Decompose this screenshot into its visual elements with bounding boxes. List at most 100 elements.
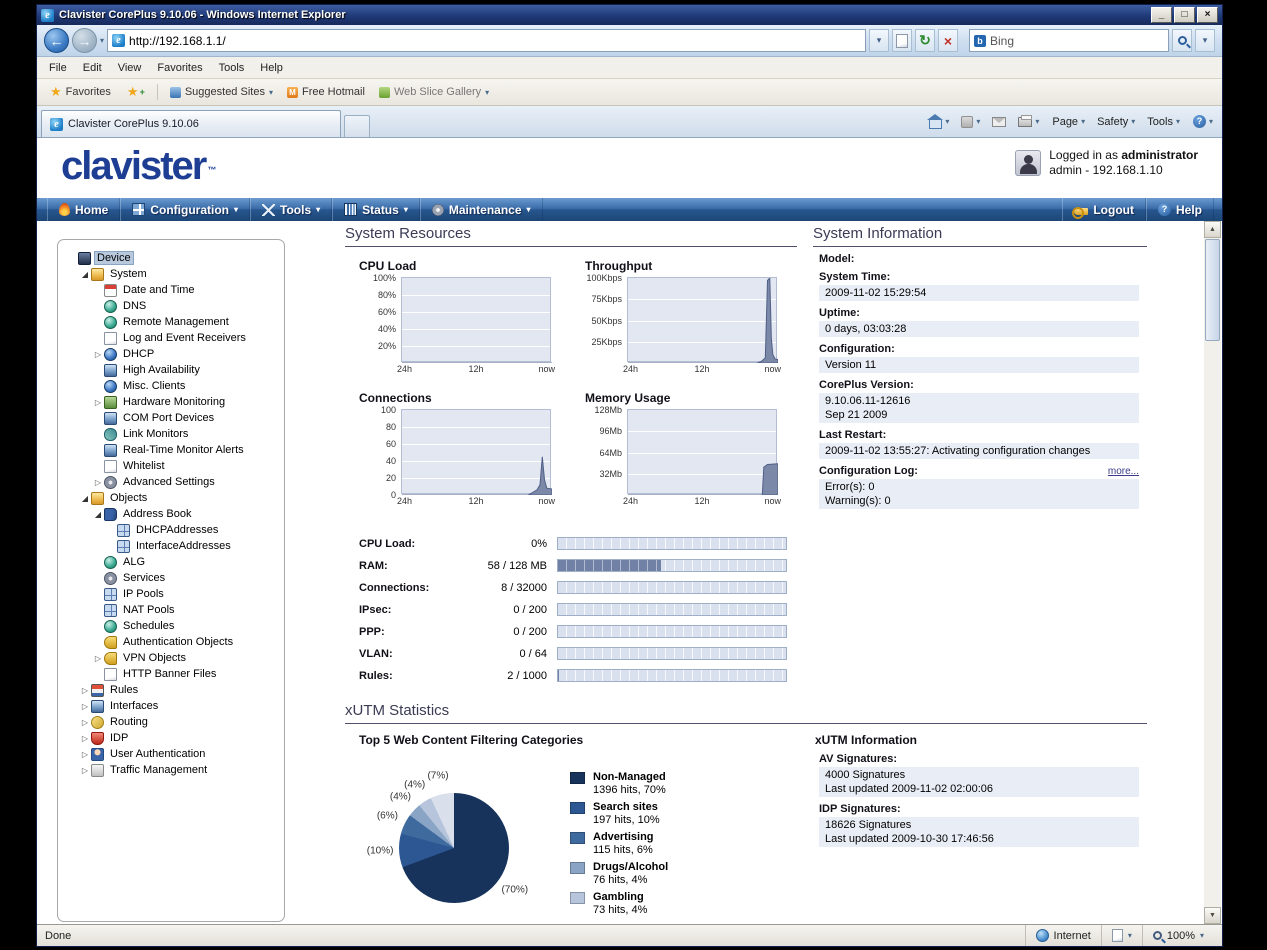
read-mail-button[interactable] [987,110,1011,134]
tree-item-idp[interactable]: ▷ IDP [62,730,280,746]
expand-arrow-icon[interactable]: ▷ [92,654,104,663]
expand-arrow-icon[interactable]: ▷ [79,702,91,711]
history-dropdown-icon[interactable]: ▾ [100,36,104,45]
zoom-control[interactable]: 100% ▾ [1141,925,1214,946]
expand-arrow-icon[interactable]: ▷ [92,350,104,359]
expand-arrow-icon[interactable]: ▷ [79,734,91,743]
favorites-bar-item-web-slice-gallery[interactable]: Web Slice Gallery ▾ [372,83,496,101]
back-button[interactable]: ← [44,28,69,53]
tree-item-user-authentication[interactable]: ▷ User Authentication [62,746,280,762]
tree-item-ip-pools[interactable]: IP Pools [62,586,280,602]
page-scrollbar[interactable]: ▲ ▼ [1204,221,1221,924]
nav-status[interactable]: Status ▾ [332,198,420,221]
tree-item-routing[interactable]: ▷ Routing [62,714,280,730]
tree-item-dhcpaddresses[interactable]: DHCPAddresses [62,522,280,538]
collapse-arrow-icon[interactable]: ◢ [79,494,91,503]
command-tools-button[interactable]: Tools ▾ [1141,110,1186,134]
search-box[interactable]: b [969,29,1169,52]
minimize-button[interactable]: _ [1151,7,1172,23]
tree-item-device[interactable]: Device [62,250,280,266]
close-button[interactable]: × [1197,7,1218,23]
command-page-button[interactable]: Page ▾ [1046,110,1091,134]
tree-item-dhcp[interactable]: ▷ DHCP [62,346,280,362]
tree-item-misc-clients[interactable]: Misc. Clients [62,378,280,394]
feeds-button[interactable]: ▾ [956,110,985,134]
search-dropdown-button[interactable]: ▾ [1195,29,1215,52]
expand-arrow-icon[interactable]: ▷ [79,718,91,727]
tree-item-whitelist[interactable]: Whitelist [62,458,280,474]
menu-item-view[interactable]: View [110,59,150,77]
home-button[interactable]: ▾ [924,110,954,134]
help-icon [1157,203,1171,216]
nav-logout[interactable]: Logout [1062,198,1146,221]
tree-item-dns[interactable]: DNS [62,298,280,314]
nav-maintenance[interactable]: Maintenance ▾ [419,198,543,221]
tree-item-objects[interactable]: ◢ Objects [62,490,280,506]
tree-item-advanced-settings[interactable]: ▷ Advanced Settings [62,474,280,490]
address-input[interactable] [129,33,861,48]
tree-item-hardware-monitoring[interactable]: ▷ Hardware Monitoring [62,394,280,410]
menu-item-help[interactable]: Help [252,59,291,77]
menu-item-tools[interactable]: Tools [211,59,253,77]
menu-item-edit[interactable]: Edit [75,59,110,77]
scroll-down-button[interactable]: ▼ [1204,907,1221,924]
more-link[interactable]: more... [1108,466,1139,477]
tree-item-interfaces[interactable]: ▷ Interfaces [62,698,280,714]
command-safety-button[interactable]: Safety ▾ [1091,110,1141,134]
print-button[interactable]: ▾ [1013,110,1044,134]
tree-item-rules[interactable]: ▷ Rules [62,682,280,698]
expand-arrow-icon[interactable]: ▷ [79,686,91,695]
globe-icon [1035,929,1049,942]
tree-item-vpn-objects[interactable]: ▷ VPN Objects [62,650,280,666]
scroll-up-button[interactable]: ▲ [1204,221,1221,238]
menu-item-file[interactable]: File [41,59,75,77]
refresh-button[interactable]: ↻ [915,29,935,52]
stop-button[interactable]: × [938,29,958,52]
tree-item-interfaceaddresses[interactable]: InterfaceAddresses [62,538,280,554]
scrollbar-thumb[interactable] [1205,239,1220,341]
tree-item-nat-pools[interactable]: NAT Pools [62,602,280,618]
help-button[interactable]: ? ▾ [1188,110,1218,134]
tree-item-schedules[interactable]: Schedules [62,618,280,634]
page-mode-indicator[interactable]: ▾ [1100,925,1142,946]
maximize-button[interactable]: □ [1174,7,1195,23]
collapse-arrow-icon[interactable]: ◢ [79,270,91,279]
expand-arrow-icon[interactable]: ▷ [79,750,91,759]
tree-item-date-and-time[interactable]: Date and Time [62,282,280,298]
address-field[interactable]: e [107,29,866,52]
search-button[interactable] [1172,29,1192,52]
add-to-favorites-bar-button[interactable]: ★ + [120,81,152,103]
tab-clavister-coreplus[interactable]: e Clavister CorePlus 9.10.06 [41,110,341,137]
menu-item-favorites[interactable]: Favorites [149,59,210,77]
expand-arrow-icon[interactable]: ▷ [79,766,91,775]
tree-item-http-banner-files[interactable]: HTTP Banner Files [62,666,280,682]
tree-item-alg[interactable]: ALG [62,554,280,570]
expand-arrow-icon[interactable]: ▷ [92,478,104,487]
tree-item-system[interactable]: ◢ System [62,266,280,282]
tree-item-services[interactable]: Services [62,570,280,586]
address-dropdown-button[interactable]: ▾ [869,29,889,52]
tree-item-com-port-devices[interactable]: COM Port Devices [62,410,280,426]
forward-button[interactable]: → [72,28,97,53]
tree-item-high-availability[interactable]: High Availability [62,362,280,378]
favorites-bar-item-suggested-sites[interactable]: Suggested Sites ▾ [163,83,280,101]
tree-item-authentication-objects[interactable]: Authentication Objects [62,634,280,650]
favorites-bar-item-free-hotmail[interactable]: Free Hotmail [280,83,372,101]
tree-item-link-monitors[interactable]: Link Monitors [62,426,280,442]
tree-item-remote-management[interactable]: Remote Management [62,314,280,330]
nav-home[interactable]: Home [47,198,121,221]
nav-help[interactable]: Help [1145,198,1214,221]
search-input[interactable] [990,33,1164,48]
nav-configuration[interactable]: Configuration ▾ [120,198,251,221]
compatibility-view-button[interactable] [892,29,912,52]
collapse-arrow-icon[interactable]: ◢ [92,510,104,519]
favorites-button[interactable]: ★ Favorites [43,81,118,103]
nav-tools[interactable]: Tools ▾ [250,198,333,221]
expand-arrow-icon[interactable]: ▷ [92,398,104,407]
tree-item-log-and-event-receivers[interactable]: Log and Event Receivers [62,330,280,346]
tree-item-traffic-management[interactable]: ▷ Traffic Management [62,762,280,778]
title-bar[interactable]: e Clavister CorePlus 9.10.06 - Windows I… [37,5,1222,25]
tree-item-real-time-monitor-alerts[interactable]: Real-Time Monitor Alerts [62,442,280,458]
new-tab-button[interactable] [344,115,370,137]
tree-item-address-book[interactable]: ◢ Address Book [62,506,280,522]
